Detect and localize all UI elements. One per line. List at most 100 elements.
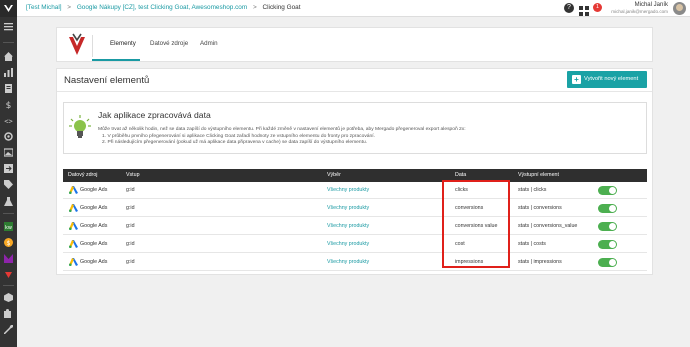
app-keywords-icon[interactable]: kw bbox=[4, 222, 13, 231]
breadcrumb-separator: > bbox=[67, 4, 72, 11]
lightbulb-icon bbox=[69, 115, 91, 138]
sidebar-divider bbox=[3, 42, 14, 43]
menu-icon[interactable] bbox=[4, 22, 13, 31]
flask-icon[interactable] bbox=[4, 197, 13, 206]
table-header: Datový zdroj Vstup Výběr Data Výstupní e… bbox=[63, 169, 647, 182]
tab-data-sources[interactable]: Datové zdroje bbox=[150, 40, 188, 47]
cell-output: stats | conversions_value bbox=[518, 223, 578, 229]
col-header-selection: Výběr bbox=[327, 172, 341, 178]
col-header-source: Datový zdroj bbox=[68, 172, 98, 178]
box-icon[interactable] bbox=[4, 293, 13, 302]
cell-output: stats | impressions bbox=[518, 259, 562, 265]
create-element-label: Vytvořit nový element bbox=[584, 76, 639, 82]
google-ads-icon bbox=[69, 204, 78, 212]
sidebar-divider bbox=[3, 213, 14, 214]
user-name: Michal Janík bbox=[634, 2, 668, 8]
cell-source: Google Ads bbox=[80, 241, 108, 247]
dollar-icon[interactable]: $ bbox=[4, 100, 13, 109]
table-row: Google Ads g:id Všechny produkty impression… bbox=[63, 254, 647, 271]
user-avatar[interactable] bbox=[673, 2, 686, 15]
app-tabs-card: Elementy Datové zdroje Admin bbox=[56, 27, 653, 62]
tools-icon[interactable] bbox=[4, 325, 13, 334]
app-marketing-icon[interactable] bbox=[4, 254, 13, 263]
cell-input: g:id bbox=[126, 205, 135, 211]
tag-icon[interactable] bbox=[4, 180, 13, 189]
cell-output: stats | clicks bbox=[518, 187, 547, 193]
cell-input: g:id bbox=[126, 259, 135, 265]
sidebar-divider bbox=[3, 285, 14, 286]
cell-input: g:id bbox=[126, 223, 135, 229]
svg-text:<>: <> bbox=[4, 118, 12, 126]
cell-selection-link[interactable]: Všechny produkty bbox=[327, 187, 369, 193]
cell-output: stats | conversions bbox=[518, 205, 562, 211]
cell-source: Google Ads bbox=[80, 205, 108, 211]
svg-text:$: $ bbox=[6, 101, 12, 109]
plus-icon: + bbox=[572, 75, 581, 84]
element-toggle[interactable] bbox=[598, 240, 617, 249]
settings-icon[interactable] bbox=[4, 132, 13, 141]
puzzle-icon[interactable] bbox=[4, 309, 13, 318]
element-toggle[interactable] bbox=[598, 258, 617, 267]
tabs-divider bbox=[92, 35, 93, 57]
tab-elements[interactable]: Elementy bbox=[110, 40, 136, 47]
element-toggle[interactable] bbox=[598, 186, 617, 195]
help-button[interactable]: ? bbox=[564, 3, 574, 13]
google-ads-icon bbox=[69, 222, 78, 230]
table-row: Google Ads g:id Všechny produkty clicks stat… bbox=[63, 182, 647, 199]
element-toggle[interactable] bbox=[598, 222, 617, 231]
info-title: Jak aplikace zpracovává data bbox=[98, 110, 211, 120]
mergado-logo-icon bbox=[4, 5, 13, 12]
table-row: Google Ads g:id Všechny produkty conversion… bbox=[63, 218, 647, 235]
table-row: Google Ads g:id Všechny produkty cost stats … bbox=[63, 236, 647, 253]
cell-source: Google Ads bbox=[80, 187, 108, 193]
cell-selection-link[interactable]: Všechny produkty bbox=[327, 259, 369, 265]
create-element-button[interactable]: + Vytvořit nový element bbox=[567, 71, 647, 88]
google-ads-icon bbox=[69, 186, 78, 194]
code-icon[interactable]: <> bbox=[4, 116, 13, 126]
info-step-1: 1. V průběhu prvního přegenerování si ap… bbox=[102, 134, 375, 139]
page-title: Nastavení elementů bbox=[64, 75, 150, 86]
element-toggle[interactable] bbox=[598, 204, 617, 213]
col-header-data: Data bbox=[455, 172, 467, 178]
sidebar: $ <> kw $ bbox=[0, 17, 17, 347]
notification-badge[interactable]: 1 bbox=[593, 3, 602, 12]
user-email: michal.janik@mergado.com bbox=[611, 9, 668, 14]
cell-selection-link[interactable]: Všechny produkty bbox=[327, 205, 369, 211]
header-divider bbox=[57, 91, 652, 92]
cell-selection-link[interactable]: Všechny produkty bbox=[327, 241, 369, 247]
breadcrumb-project[interactable]: [Test Michal] bbox=[26, 4, 62, 11]
elements-settings-card: Nastavení elementů + Vytvořit nový eleme… bbox=[56, 68, 653, 275]
clicking-goat-logo bbox=[69, 33, 85, 55]
clicking-goat-icon[interactable] bbox=[4, 270, 13, 279]
breadcrumb-eshop[interactable]: Google Nákupy [CZ], test Clicking Goat, … bbox=[77, 4, 247, 11]
col-header-output: Výstupní element bbox=[518, 172, 559, 178]
tab-admin[interactable]: Admin bbox=[200, 40, 218, 47]
svg-text:$: $ bbox=[7, 240, 11, 247]
document-icon[interactable] bbox=[4, 84, 13, 93]
app-price-icon[interactable]: $ bbox=[4, 238, 13, 247]
info-text: Může trvat až několik hodin, než se data… bbox=[98, 127, 466, 132]
table-row: Google Ads g:id Všechny produkty conversion… bbox=[63, 200, 647, 217]
apps-button[interactable] bbox=[579, 3, 589, 21]
info-step-2: 2. Při následujícím přegenerování (pokud… bbox=[102, 140, 368, 145]
breadcrumb: [Test Michal] > Google Nákupy [CZ], test… bbox=[26, 4, 301, 11]
data-column-highlight bbox=[442, 180, 510, 268]
export-icon[interactable] bbox=[4, 164, 13, 173]
help-icon: ? bbox=[564, 3, 574, 13]
cell-input: g:id bbox=[126, 187, 135, 193]
home-icon[interactable] bbox=[4, 52, 13, 61]
google-ads-icon bbox=[69, 258, 78, 266]
cell-source: Google Ads bbox=[80, 259, 108, 265]
google-ads-icon bbox=[69, 240, 78, 248]
info-box: Jak aplikace zpracovává data Může trvat … bbox=[63, 102, 647, 154]
top-bar: [Test Michal] > Google Nákupy [CZ], test… bbox=[0, 0, 690, 17]
mergado-logo[interactable] bbox=[0, 0, 17, 17]
cell-input: g:id bbox=[126, 241, 135, 247]
svg-text:kw: kw bbox=[5, 225, 12, 231]
cell-selection-link[interactable]: Všechny produkty bbox=[327, 223, 369, 229]
chart-icon[interactable] bbox=[4, 68, 13, 77]
breadcrumb-separator: > bbox=[252, 4, 257, 11]
image-icon[interactable] bbox=[4, 148, 13, 157]
grid-icon bbox=[579, 6, 589, 16]
cell-source: Google Ads bbox=[80, 223, 108, 229]
